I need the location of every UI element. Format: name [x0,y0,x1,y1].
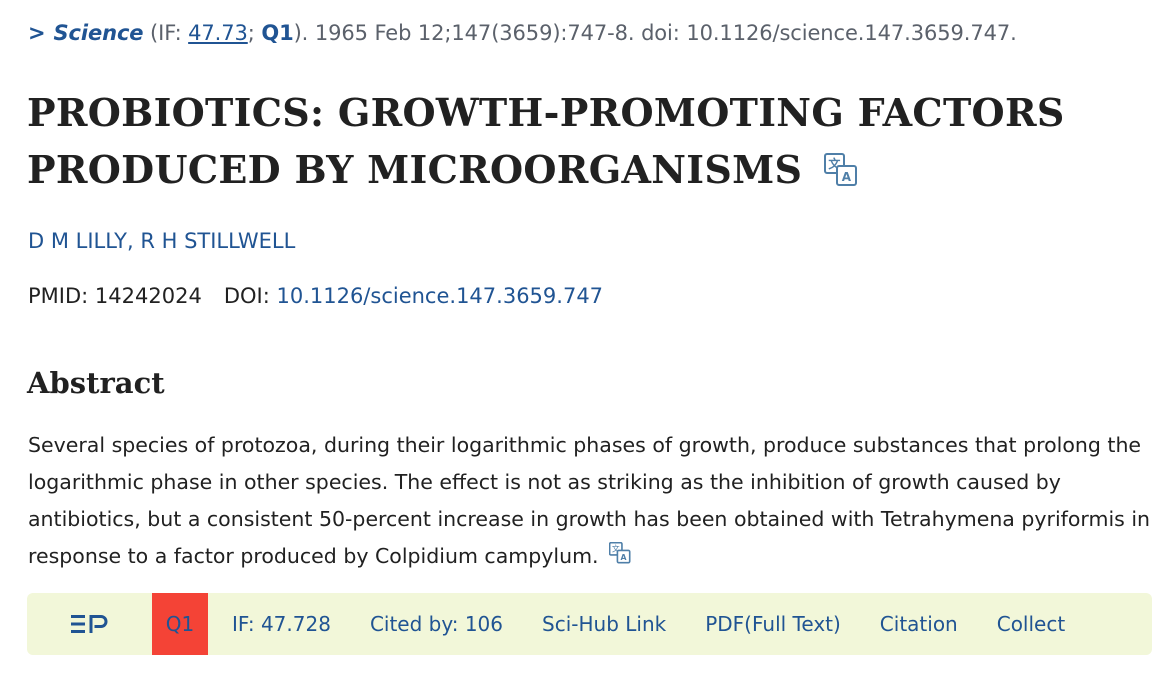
quartile-label: Q1 [261,21,294,45]
cited-by-link[interactable]: Cited by: 106 [370,612,503,636]
impact-factor-link[interactable]: 47.73 [188,21,248,45]
translate-icon[interactable]: 文 A [608,539,631,576]
abstract-body: Several species of protozoa, during thei… [28,427,1153,576]
author-link[interactable]: R H STILLWELL [140,229,295,253]
easy-pubmed-logo-icon[interactable] [27,613,152,635]
citation-button[interactable]: Citation [880,612,958,636]
abstract-heading: Abstract [27,366,165,400]
collect-button[interactable]: Collect [997,612,1065,636]
chevron-right-icon[interactable]: > [28,21,46,45]
pdf-full-text-link[interactable]: PDF(Full Text) [705,612,841,636]
impact-factor-label: IF: 47.728 [232,612,331,636]
svg-text:A: A [621,553,627,562]
pmid-label: PMID: [28,284,89,308]
author-list: D M LILLY, R H STILLWELL [28,229,295,253]
article-title: PROBIOTICS: GROWTH-PROMOTING FACTORS PRO… [27,84,1087,202]
quartile-badge: Q1 [152,593,208,655]
impact-factor-prefix: (IF: [143,21,189,45]
doi-link[interactable]: 10.1126/science.147.3659.747 [276,284,603,308]
identifiers: PMID: 14242024 DOI: 10.1126/science.147.3… [28,284,603,308]
author-link[interactable]: D M LILLY [28,229,127,253]
citation-separator: ; [247,21,262,45]
author-separator: , [126,229,141,253]
article-title-line-2: PRODUCED BY MICROORGANISMS [27,147,803,192]
translate-icon[interactable]: 文 A [823,145,858,202]
scihub-link[interactable]: Sci-Hub Link [542,612,666,636]
article-toolbar: Q1 IF: 47.728 Cited by: 106 Sci-Hub Link… [27,593,1152,655]
svg-text:A: A [841,170,851,184]
article-title-line-1: PROBIOTICS: GROWTH-PROMOTING FACTORS [27,90,1065,135]
journal-citation: > Science (IF: 47.73; Q1). 1965 Feb 12;14… [28,21,1017,45]
citation-details: ). 1965 Feb 12;147(3659):747-8. doi: 10.… [293,21,1017,45]
journal-name-link[interactable]: Science [54,21,144,45]
abstract-text: Several species of protozoa, during thei… [28,433,1151,568]
pmid-value: 14242024 [94,284,202,308]
doi-label: DOI: [223,284,270,308]
